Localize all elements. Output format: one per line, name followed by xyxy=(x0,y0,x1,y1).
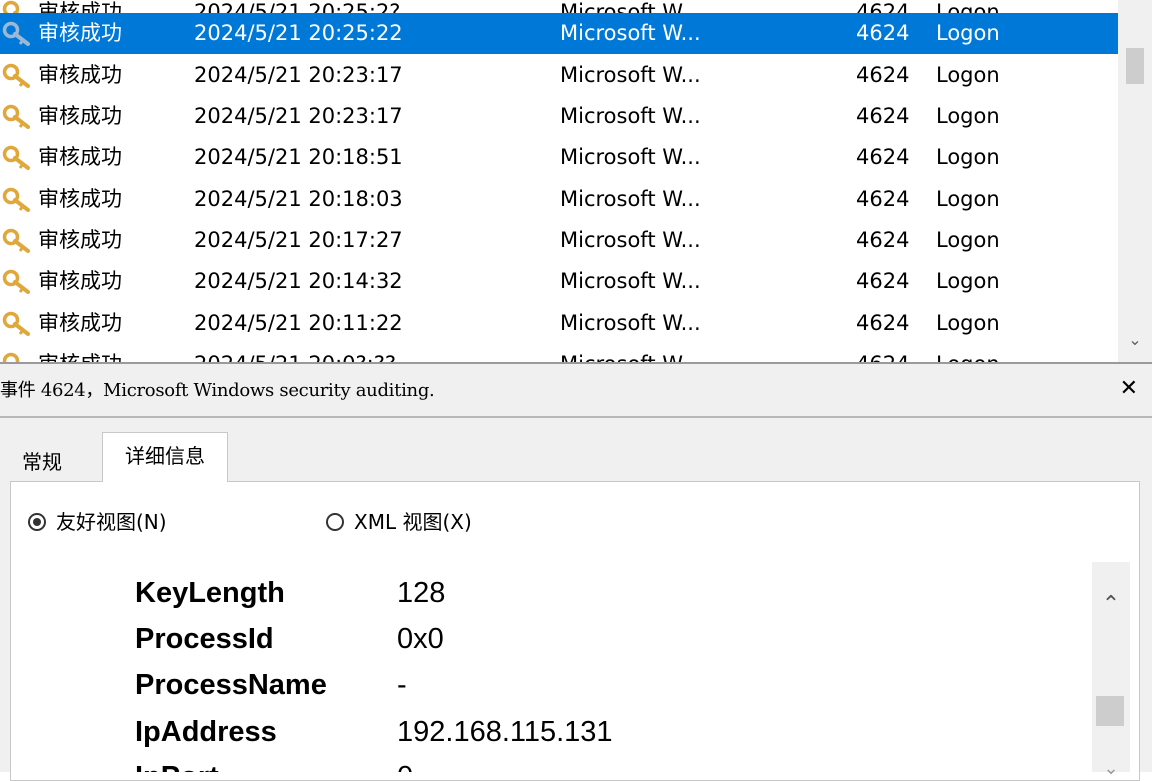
divider xyxy=(0,416,1152,418)
event-row[interactable]: 审核成功 2024/5/21 20:17:27 Microsoft W... 4624… xyxy=(0,220,1118,261)
field-value: 0x0 xyxy=(397,623,444,655)
friendly-view-content: KeyLength 128 ProcessId 0x0 ProcessName … xyxy=(44,562,1092,772)
event-row[interactable]: 审核成功 2024/5/21 20:0?:?? Microsoft W... 4624… xyxy=(0,344,1118,362)
chevron-down-icon[interactable]: ⌄ xyxy=(1100,758,1122,779)
event-source: Microsoft W... xyxy=(560,63,701,87)
event-date: 2024/5/21 20:17:27 xyxy=(194,228,403,252)
event-source: Microsoft W... xyxy=(560,187,701,211)
field-value: - xyxy=(397,669,407,701)
key-icon xyxy=(2,187,30,212)
event-source: Microsoft W... xyxy=(560,344,701,362)
key-icon xyxy=(2,228,30,253)
xml-view-radio[interactable]: XML 视图(X) xyxy=(326,507,472,537)
details-header: 事件 4624，Microsoft Windows security audit… xyxy=(0,364,1152,416)
event-level: 审核成功 xyxy=(38,63,122,87)
event-task: Logon xyxy=(936,187,1000,211)
list-scrollbar-thumb[interactable] xyxy=(1126,48,1144,84)
key-icon xyxy=(2,104,30,129)
event-id: 4624 xyxy=(856,269,910,293)
event-level: 审核成功 xyxy=(38,344,122,362)
event-row[interactable]: 审核成功 2024/5/21 20:25:22 Microsoft W... 4624… xyxy=(0,13,1118,54)
event-date: 2024/5/21 20:18:51 xyxy=(194,145,403,169)
event-id: 4624 xyxy=(856,21,910,45)
event-date: 2024/5/21 20:23:17 xyxy=(194,104,403,128)
event-level: 审核成功 xyxy=(38,187,122,211)
tab-details[interactable]: 详细信息 xyxy=(102,432,228,482)
event-date: 2024/5/21 20:14:32 xyxy=(194,269,403,293)
event-row[interactable]: 审核成功 2024/5/21 20:18:03 Microsoft W... 4624… xyxy=(0,179,1118,220)
key-icon xyxy=(2,63,30,88)
event-row[interactable]: 审核成功 2024/5/21 20:18:51 Microsoft W... 4624… xyxy=(0,137,1118,178)
event-source: Microsoft W... xyxy=(560,21,701,45)
details-scrollbar-thumb[interactable] xyxy=(1096,696,1124,726)
key-icon xyxy=(2,311,30,336)
event-id: 4624 xyxy=(856,311,910,335)
event-row[interactable]: 审核成功 2024/5/21 20:23:17 Microsoft W... 4624… xyxy=(0,96,1118,137)
radio-unselected-icon xyxy=(326,513,344,531)
chevron-down-icon[interactable]: ⌄ xyxy=(1126,330,1144,350)
details-title: 事件 4624，Microsoft Windows security audit… xyxy=(0,380,435,401)
field-key: KeyLength xyxy=(135,577,285,609)
event-id: 4624 xyxy=(856,104,910,128)
event-source: Microsoft W... xyxy=(560,228,701,252)
event-id: 4624 xyxy=(856,228,910,252)
xml-view-label: XML 视图(X) xyxy=(354,510,472,534)
event-source: Microsoft W... xyxy=(560,104,701,128)
tab-general[interactable]: 常规 xyxy=(22,446,62,478)
event-row[interactable]: 审核成功 2024/5/21 20:14:32 Microsoft W... 4624… xyxy=(0,261,1118,302)
event-date: 2024/5/21 20:18:03 xyxy=(194,187,403,211)
event-row[interactable]: 审核成功 2024/5/21 20:23:17 Microsoft W... 4624… xyxy=(0,55,1118,96)
event-level: 审核成功 xyxy=(38,228,122,252)
event-level: 审核成功 xyxy=(38,145,122,169)
event-level: 审核成功 xyxy=(38,104,122,128)
event-id: 4624 xyxy=(856,63,910,87)
event-task: Logon xyxy=(936,21,1000,45)
event-row[interactable]: 审核成功 2024/5/21 20:11:22 Microsoft W... 4624… xyxy=(0,303,1118,344)
event-task: Logon xyxy=(936,145,1000,169)
event-list: 审核成功 2024/5/21 20:25:2? Microsoft W... 4624… xyxy=(0,0,1152,362)
event-date: 2024/5/21 20:0?:?? xyxy=(194,344,396,362)
event-task: Logon xyxy=(936,344,1000,362)
event-task: Logon xyxy=(936,269,1000,293)
event-level: 审核成功 xyxy=(38,311,122,335)
event-level: 审核成功 xyxy=(38,269,122,293)
field-value: 128 xyxy=(397,577,446,609)
event-task: Logon xyxy=(936,228,1000,252)
event-date: 2024/5/21 20:25:22 xyxy=(194,21,403,45)
field-key: IpAddress xyxy=(135,716,277,748)
key-icon xyxy=(2,352,20,362)
event-source: Microsoft W... xyxy=(560,145,701,169)
list-scrollbar[interactable]: ⌄ xyxy=(1118,0,1152,362)
field-value: 0 xyxy=(397,754,413,772)
friendly-view-label: 友好视图(N) xyxy=(56,510,167,534)
event-date: 2024/5/21 20:11:22 xyxy=(194,311,403,335)
event-date: 2024/5/21 20:23:17 xyxy=(194,63,403,87)
event-task: Logon xyxy=(936,104,1000,128)
field-key: ProcessId xyxy=(135,623,274,655)
field-key: ProcessName xyxy=(135,669,327,701)
event-level: 审核成功 xyxy=(38,21,122,45)
event-source: Microsoft W... xyxy=(560,269,701,293)
event-id: 4624 xyxy=(856,187,910,211)
chevron-up-icon[interactable]: ⌃ xyxy=(1100,594,1122,616)
close-icon[interactable]: ✕ xyxy=(1120,376,1138,401)
event-task: Logon xyxy=(936,311,1000,335)
event-source: Microsoft W... xyxy=(560,311,701,335)
field-key: IpPort xyxy=(135,754,219,772)
event-id: 4624 xyxy=(856,145,910,169)
key-icon xyxy=(2,21,30,46)
key-icon xyxy=(2,269,30,294)
event-id: 4624 xyxy=(856,344,909,362)
event-task: Logon xyxy=(936,63,1000,87)
radio-selected-icon xyxy=(28,513,46,531)
key-icon xyxy=(2,145,30,170)
field-value: 192.168.115.131 xyxy=(397,716,613,748)
friendly-view-radio[interactable]: 友好视图(N) xyxy=(28,507,167,537)
details-scrollbar[interactable]: ⌃ ⌄ xyxy=(1092,562,1130,779)
